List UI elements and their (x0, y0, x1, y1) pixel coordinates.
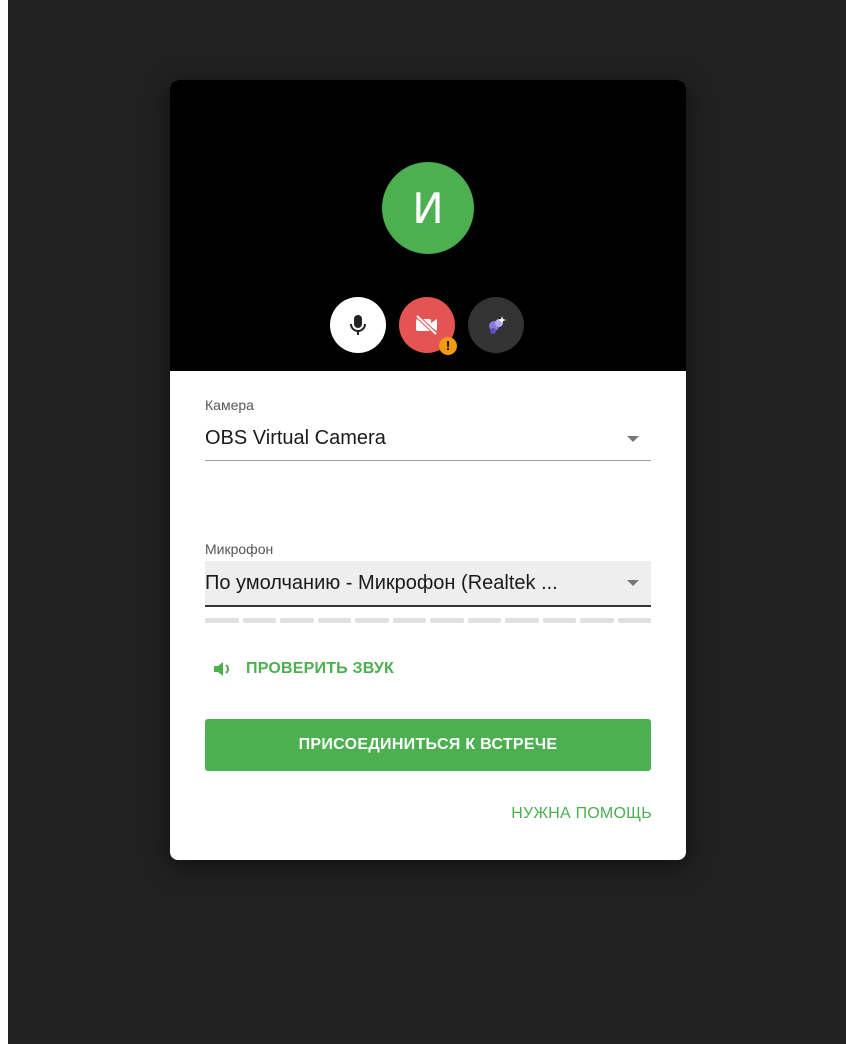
camera-select-value: OBS Virtual Camera (205, 427, 386, 449)
level-segment (317, 618, 351, 623)
level-segment (205, 618, 239, 623)
chevron-down-icon (627, 580, 639, 586)
level-segment (430, 618, 464, 623)
camera-off-icon (415, 314, 438, 336)
level-segment (505, 618, 539, 623)
microphone-select-value: По умолчанию - Микрофон (Realtek ... (205, 571, 558, 594)
level-segment (617, 618, 651, 623)
mic-level-meter (205, 618, 651, 623)
camera-select[interactable]: OBS Virtual Camera (205, 417, 651, 461)
background-effects-button[interactable] (468, 297, 524, 353)
microphone-select[interactable]: По умолчанию - Микрофон (Realtek ... (205, 561, 651, 607)
level-segment (280, 618, 314, 623)
camera-toggle-button[interactable]: ! (399, 297, 457, 355)
chevron-down-icon (627, 435, 639, 442)
camera-warning-badge: ! (439, 337, 457, 355)
level-segment (542, 618, 576, 623)
speaker-icon (214, 662, 229, 676)
mic-toggle-button[interactable] (330, 297, 386, 353)
avatar: И (382, 162, 474, 254)
test-sound-label: ПРОВЕРИТЬ ЗВУК (246, 660, 395, 677)
join-dialog: И ! Камера OBS Virtual Camera Микрофон П… (170, 80, 686, 860)
camera-label: Камера (205, 397, 254, 413)
virtual-background-icon (489, 316, 506, 334)
level-segment (355, 618, 389, 623)
join-meeting-button[interactable]: ПРИСОЕДИНИТЬСЯ К ВСТРЕЧЕ (205, 719, 651, 771)
video-preview: И ! (170, 80, 686, 371)
level-segment (242, 618, 276, 623)
page-background: И ! Камера OBS Virtual Camera Микрофон П… (8, 0, 846, 1044)
microphone-icon (350, 315, 366, 335)
microphone-label: Микрофон (205, 541, 274, 557)
level-segment (467, 618, 501, 623)
test-sound-button[interactable]: ПРОВЕРИТЬ ЗВУК (212, 658, 394, 680)
level-segment (392, 618, 426, 623)
level-segment (580, 618, 614, 623)
need-help-link[interactable]: НУЖНА ПОМОЩЬ (511, 805, 652, 823)
